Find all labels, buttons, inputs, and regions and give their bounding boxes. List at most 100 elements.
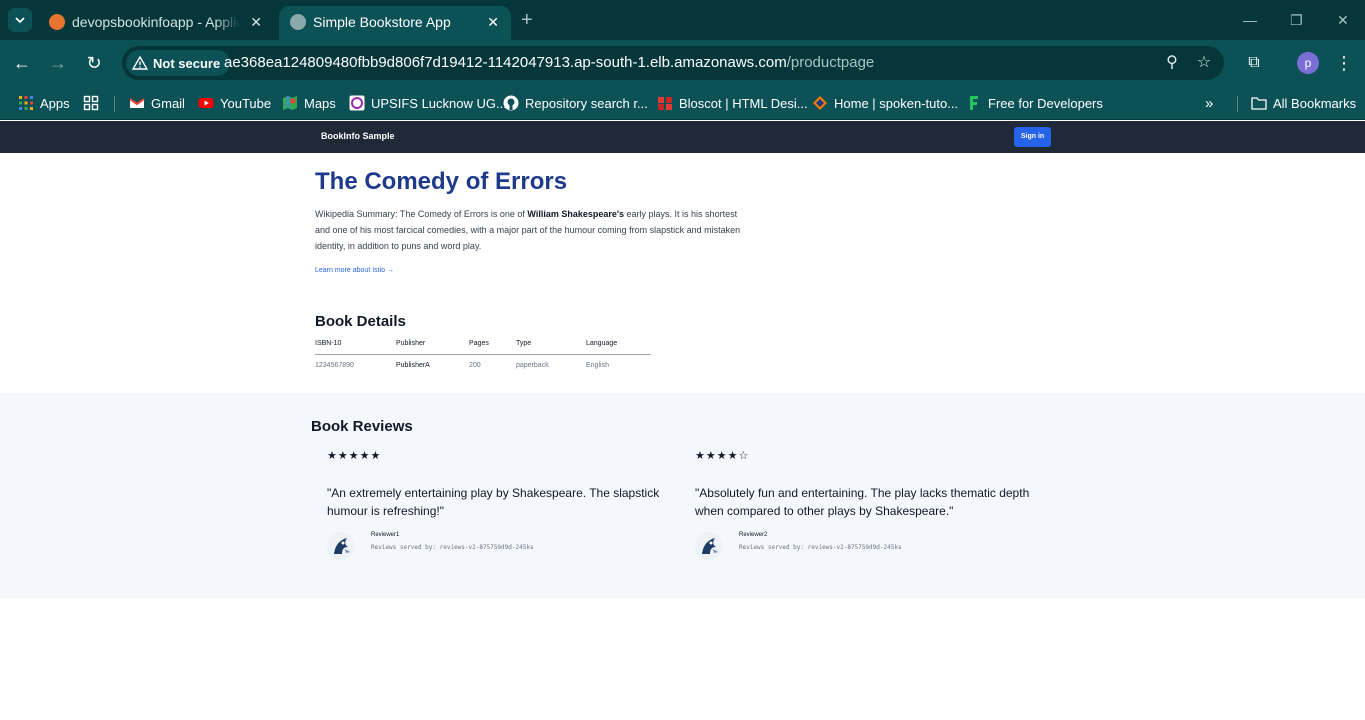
cell-pages: 200 — [469, 362, 481, 369]
bookmarks-overflow-button[interactable]: » — [1205, 92, 1213, 114]
extensions-puzzle-icon[interactable]: ⧉ — [1242, 51, 1266, 75]
reviewer-name: Reviewer1 — [371, 532, 400, 538]
bookmark-free-for-developers[interactable]: Free for Developers — [966, 92, 1103, 114]
all-bookmarks-label: All Bookmarks — [1273, 95, 1357, 111]
all-bookmarks-button[interactable]: All Bookmarks — [1251, 92, 1356, 114]
url-host: ae368ea124809480fbb9d806f7d19412-1142047… — [224, 54, 787, 71]
star-rating: ★★★★☆ — [695, 450, 750, 462]
book-title: The Comedy of Errors — [315, 168, 568, 195]
served-by-text: Reviews served by: reviews-v2-875759d9d-… — [371, 544, 534, 551]
brand-title[interactable]: BookInfo Sample — [321, 131, 395, 141]
bookmark-label: YouTube — [220, 95, 272, 111]
close-icon[interactable]: ✕ — [487, 13, 499, 31]
bookmark-label: Gmail — [151, 95, 185, 111]
bookmark-grid[interactable] — [83, 92, 105, 114]
profile-avatar[interactable]: p — [1297, 52, 1319, 74]
grid-icon — [83, 95, 99, 111]
table-header-row: ISBN-10 Publisher Pages Type Language — [315, 337, 651, 355]
url-path: /productpage — [786, 54, 875, 71]
browser-tab-bar: devopsbookinfoapp - Applicatio ✕ Simple … — [0, 0, 1365, 40]
reload-icon[interactable]: ↻ — [82, 51, 106, 75]
reviewer-info: Reviewer2 Reviews served by: reviews-v2-… — [695, 532, 1035, 560]
bookmark-github[interactable]: Repository search r... — [503, 92, 648, 114]
column-header-type: Type — [516, 340, 532, 347]
close-window-icon[interactable]: ✕ — [1337, 10, 1349, 30]
double-chevron-right-icon: » — [1205, 94, 1214, 112]
youtube-icon — [198, 98, 214, 108]
security-indicator[interactable]: Not secure — [126, 50, 231, 76]
review-card: ★★★★☆ "Absolutely fun and entertaining. … — [695, 449, 1035, 560]
review-card: ★★★★★ "An extremely entertaining play by… — [327, 449, 667, 560]
new-tab-icon[interactable]: + — [521, 8, 533, 32]
book-summary: Wikipedia Summary: The Comedy of Errors … — [315, 206, 745, 254]
cell-publisher: PublisherA — [396, 362, 430, 369]
bookmarks-divider — [114, 96, 115, 112]
tab-simple-bookstore[interactable]: Simple Bookstore App ✕ — [279, 6, 511, 40]
chevron-down-icon — [15, 17, 25, 24]
column-header-pages: Pages — [469, 340, 489, 347]
served-by-text: Reviews served by: reviews-v2-875759d9d-… — [739, 544, 902, 551]
close-icon[interactable]: ✕ — [250, 13, 262, 31]
bookmark-youtube[interactable]: YouTube — [198, 92, 271, 114]
bookmark-bloscot[interactable]: Bloscot | HTML Desi... — [657, 92, 808, 114]
table-row: 1234567890 PublisherA 200 paperback Engl… — [315, 359, 651, 377]
gmail-icon — [129, 98, 145, 108]
bookmark-maps[interactable]: Maps — [282, 92, 336, 114]
bookmark-label: Maps — [304, 95, 336, 111]
review-text: "An extremely entertaining play by Shake… — [327, 486, 660, 518]
zoom-icon[interactable]: ⚲ — [1162, 53, 1182, 73]
bookmark-apps[interactable]: Apps — [18, 92, 70, 114]
cell-type: paperback — [516, 362, 549, 369]
bookmarks-divider — [1237, 96, 1238, 112]
reviewer-info: Reviewer1 Reviews served by: reviews-v2-… — [327, 532, 667, 560]
minimize-icon[interactable]: — — [1243, 10, 1257, 30]
menu-kebab-icon[interactable]: ⋮ — [1332, 51, 1356, 75]
bookmark-gmail[interactable]: Gmail — [129, 92, 185, 114]
back-arrow-icon[interactable]: ← — [10, 51, 34, 75]
book-reviews-heading: Book Reviews — [311, 418, 413, 435]
url-text[interactable]: ae368ea124809480fbb9d806f7d19412-1142047… — [224, 54, 874, 71]
bookmark-star-icon[interactable]: ☆ — [1194, 53, 1214, 73]
restore-icon[interactable]: ❐ — [1290, 10, 1303, 30]
review-text: "Absolutely fun and entertaining. The pl… — [695, 486, 1030, 518]
bookmarks-bar: Apps Gmail YouTube Maps UPSIFS Lucknow U… — [0, 86, 1365, 120]
reviewer-avatar-icon — [695, 532, 723, 560]
tab-search-button[interactable] — [8, 8, 32, 32]
bookmark-label: Repository search r... — [525, 95, 648, 111]
maps-icon — [283, 96, 297, 110]
bookmark-spoken-tutorial[interactable]: Home | spoken-tuto... — [812, 92, 958, 114]
book-details-heading: Book Details — [315, 313, 406, 330]
tab-title: devopsbookinfoapp - Applicatio — [72, 14, 240, 30]
warning-triangle-icon — [132, 55, 148, 70]
bookmark-label: Bloscot | HTML Desi... — [679, 95, 808, 111]
book-details-table: ISBN-10 Publisher Pages Type Language 12… — [315, 337, 651, 377]
bookmark-label: UPSIFS Lucknow UG... — [371, 95, 507, 111]
summary-author: William Shakespeare's — [527, 209, 625, 219]
star-rating: ★★★★★ — [327, 450, 382, 462]
github-icon — [503, 95, 519, 111]
learn-more-link[interactable]: Learn more about Istio → — [315, 267, 394, 274]
security-label: Not secure — [153, 55, 221, 71]
cell-isbn: 1234567890 — [315, 362, 354, 369]
bookmark-upsifs[interactable]: UPSIFS Lucknow UG... — [349, 92, 507, 114]
apps-grid-icon — [19, 96, 33, 110]
globe-icon — [290, 14, 306, 30]
summary-prefix: Wikipedia Summary: The Comedy of Errors … — [315, 209, 528, 219]
bookmark-label: Home | spoken-tuto... — [834, 95, 959, 111]
tab-title: Simple Bookstore App — [313, 14, 451, 30]
folder-icon — [1251, 97, 1267, 110]
reviewer-name: Reviewer2 — [739, 532, 768, 538]
free-dev-icon — [970, 96, 978, 110]
sign-in-button[interactable]: Sign in — [1014, 127, 1051, 147]
bookmark-label: Apps — [40, 95, 70, 111]
forward-arrow-icon[interactable]: → — [46, 51, 70, 75]
bloscot-icon — [658, 97, 672, 110]
reviewer-avatar-icon — [327, 532, 355, 560]
tab-devopsbookinfoapp[interactable]: devopsbookinfoapp - Applicatio ✕ — [38, 6, 274, 40]
app-favicon-icon — [49, 14, 65, 30]
address-bar[interactable]: Not secure ae368ea124809480fbb9d806f7d19… — [122, 46, 1224, 80]
cell-language: English — [586, 362, 609, 369]
column-header-publisher: Publisher — [396, 340, 426, 347]
browser-toolbar: ← → ↻ Not secure ae368ea124809480fbb9d80… — [0, 40, 1365, 86]
column-header-isbn: ISBN-10 — [315, 340, 342, 347]
